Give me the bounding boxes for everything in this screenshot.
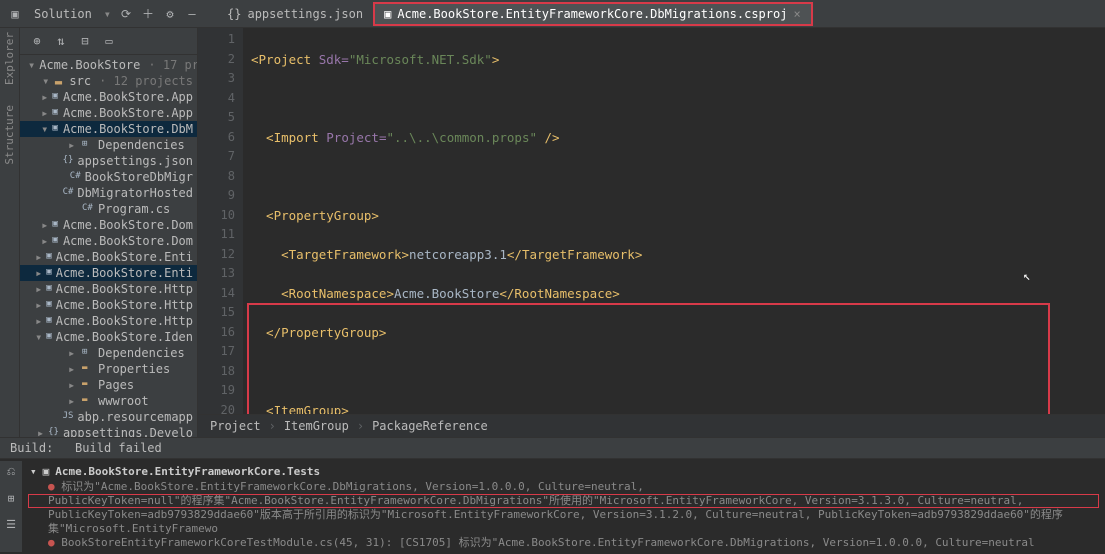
error-line[interactable]: PublicKeyToken=null"的程序集"Acme.BookStore.… [28,494,1099,508]
project-icon: ▣ [52,219,59,231]
structure-tab[interactable]: Structure [3,105,16,165]
tree-item[interactable]: ▸{}appsettings.Develo [20,425,197,437]
tree-src[interactable]: ▾▬src· 12 projects [20,73,197,89]
project-icon: ▣ [43,465,50,478]
tree-icon[interactable]: ⊞ [4,491,18,505]
project-icon: ▣ [52,235,59,247]
code-content[interactable]: <Project Sdk="Microsoft.NET.Sdk"> <Impor… [243,28,1105,414]
filter-icon[interactable]: ⎌ [4,465,18,479]
bc-project[interactable]: Project [210,419,261,433]
list-icon[interactable]: ☰ [4,517,18,531]
build-status-bar[interactable]: Build: Build failed [0,438,1105,459]
expand-icon[interactable]: ⊟ [78,34,92,48]
project-icon: ▣ [52,123,59,135]
cs-icon: C# [82,203,94,215]
dep-icon: ⊞ [82,139,94,151]
error-line[interactable]: ● 标识为"Acme.BookStore.EntityFrameworkCore… [28,480,1099,494]
solution-explorer: ⊕ ⇅ ⊟ ▭ ▾Acme.BookStore· 17 projects ▾▬s… [20,28,198,437]
cs-icon: C# [70,171,81,183]
line-gutter: 1234567891011121314✎15161718192021 [198,28,243,414]
tree-item[interactable]: {}appsettings.json [20,153,197,169]
tab-csproj[interactable]: ▣ Acme.BookStore.EntityFrameworkCore.DbM… [374,3,812,25]
folder-icon: ▬ [55,75,66,87]
tree-item[interactable]: ▸⊞Dependencies [20,345,197,361]
close-icon[interactable]: × [793,7,800,21]
tree-item[interactable]: JSabp.resourcemapp [20,409,197,425]
cs-icon: C# [63,187,74,199]
top-bar: ▣ Solution▾ ⟳ ＋ ⚙ — {} appsettings.json … [0,0,1105,28]
error-line[interactable]: PublicKeyToken=adb9793829ddae60"版本高于所引用的… [28,508,1099,536]
dep-icon: ⊞ [82,347,94,359]
tree-item[interactable]: ▸▣Acme.BookStore.Enti [20,265,197,281]
error-icon: ● [48,536,55,549]
tree-item[interactable]: ▸▣Acme.BookStore.App [20,105,197,121]
folder-icon: ▬ [82,395,94,407]
error-icon: ● [48,480,55,493]
breadcrumb: Project› ItemGroup› PackageReference [198,414,1105,437]
tree-item[interactable]: ▸▣Acme.BookStore.Enti [20,249,197,265]
project-icon: ▣ [52,91,59,103]
project-icon: ▣ [46,283,51,295]
solution-toolbar: ▣ Solution▾ ⟳ ＋ ⚙ — [0,7,207,21]
annotation-box [247,303,1050,414]
refresh-icon[interactable]: ⟳ [119,7,133,21]
tree-item[interactable]: C#DbMigratorHosted [20,185,197,201]
tree-item[interactable]: C#Program.cs [20,201,197,217]
error-toolbar: ⎌ ⊞ ☰ [0,461,22,552]
bc-itemgroup[interactable]: ItemGroup [284,419,349,433]
tree-item[interactable]: ▸▣Acme.BookStore.Http [20,297,197,313]
explorer-tab[interactable]: Explorer [3,32,16,85]
tree-item[interactable]: ▸▣Acme.BookStore.Http [20,281,197,297]
solution-tree: ▾Acme.BookStore· 17 projects ▾▬src· 12 p… [20,55,197,437]
explorer-toolbar: ⊕ ⇅ ⊟ ▭ [20,28,197,55]
tree-item[interactable]: ▸▬Pages [20,377,197,393]
bottom-panel: Build: Build failed ⎌ ⊞ ☰ ▾▣Acme.BookSto… [0,437,1105,554]
code-editor: 1234567891011121314✎15161718192021 <Proj… [198,28,1105,437]
tree-item[interactable]: ▸▣Acme.BookStore.App [20,89,197,105]
project-icon: ▣ [46,299,51,311]
json-icon: {} [48,427,59,437]
tree-item[interactable]: ▾▣Acme.BookStore.Iden [20,329,197,345]
solution-icon: ▣ [8,7,22,21]
tree-item[interactable]: ▸▬Properties [20,361,197,377]
solution-label[interactable]: Solution [30,7,96,21]
tree-item[interactable]: ▸⊞Dependencies [20,137,197,153]
project-icon: ▣ [46,315,51,327]
bc-packageref[interactable]: PackageReference [372,419,488,433]
error-list: ⎌ ⊞ ☰ ▾▣Acme.BookStore.EntityFrameworkCo… [0,459,1105,554]
project-icon: ▣ [46,267,51,279]
tree-item[interactable]: ▸▬wwwroot [20,393,197,409]
error-line[interactable]: ● BookStoreEntityFrameworkCoreTestModule… [28,536,1099,550]
add-icon[interactable]: ＋ [141,7,155,21]
json-icon: {} [63,155,74,167]
tree-item[interactable]: ▸▣Acme.BookStore.Dom [20,233,197,249]
project-icon: ▣ [46,331,51,343]
left-tool-strip: Explorer Structure [0,28,20,437]
view-icon[interactable]: ▭ [102,34,116,48]
folder-icon: ▬ [82,379,94,391]
collapse-icon[interactable]: — [185,7,199,21]
tree-item[interactable]: ▾▣Acme.BookStore.DbM [20,121,197,137]
tree-item[interactable]: ▸▣Acme.BookStore.Dom [20,217,197,233]
tree-item[interactable]: C#BookStoreDbMigr [20,169,197,185]
tree-item[interactable]: ▸▣Acme.BookStore.Http [20,313,197,329]
sort-icon[interactable]: ⇅ [54,34,68,48]
error-group-header[interactable]: ▾▣Acme.BookStore.EntityFrameworkCore.Tes… [28,463,1099,480]
csproj-icon: ▣ [384,7,391,21]
editor-tabs: {} appsettings.json ▣ Acme.BookStore.Ent… [217,3,812,25]
settings-icon[interactable]: ⚙ [163,7,177,21]
tab-label: appsettings.json [247,7,363,21]
folder-icon: ▬ [82,363,94,375]
json-icon: {} [227,7,241,21]
project-icon: ▣ [52,107,59,119]
project-icon: ▣ [46,251,51,263]
js-icon: JS [63,411,74,423]
tree-root[interactable]: ▾Acme.BookStore· 17 projects [20,57,197,73]
tab-label: Acme.BookStore.EntityFrameworkCore.DbMig… [397,7,787,21]
tab-appsettings[interactable]: {} appsettings.json [217,3,374,25]
target-icon[interactable]: ⊕ [30,34,44,48]
